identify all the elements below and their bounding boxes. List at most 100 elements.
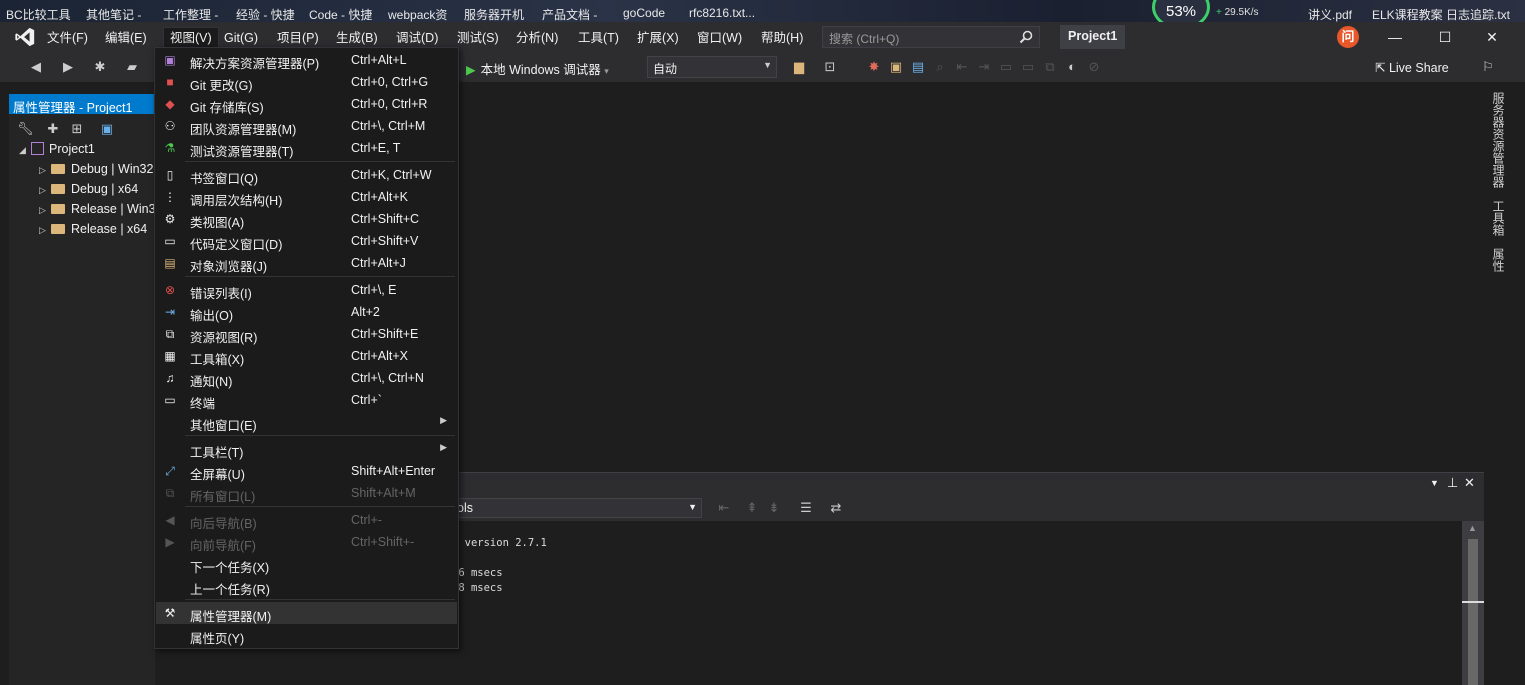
menu-item-terminal[interactable]: ▭ 终端 Ctrl+` (156, 389, 457, 411)
desktop-shortcut[interactable]: 工作整理 - (163, 6, 218, 22)
menu-debug[interactable]: 调试(D) (396, 28, 438, 48)
menu-build[interactable]: 生成(B) (336, 28, 378, 48)
output-line: 06 msecs (452, 567, 503, 579)
menu-item-object-browser[interactable]: ▤ 对象浏览器(J) Ctrl+Alt+J (156, 252, 457, 274)
maximize-icon[interactable]: ☐ (1432, 26, 1458, 48)
tree-item[interactable]: ▷ Debug | x64 (39, 182, 138, 202)
debug-process-icon[interactable]: ✸ (866, 59, 882, 75)
menu-item-full-screen[interactable]: ⤢ 全屏幕(U) Shift+Alt+Enter (156, 460, 457, 482)
desktop-shortcut[interactable]: BC比较工具 (6, 6, 71, 22)
desktop-shortcut[interactable]: ELK课程教案 日志追踪.txt (1372, 6, 1510, 22)
menu-item-property-pages[interactable]: 属性页(Y) (156, 624, 457, 646)
expand-icon[interactable]: ▷ (39, 185, 51, 196)
toggle-icon[interactable]: ◐ (1064, 59, 1080, 75)
wrench-icon[interactable]: 🔧︎ (17, 121, 34, 137)
menu-window[interactable]: 窗口(W) (697, 28, 742, 48)
panel-title[interactable]: 属性管理器 - Project1 (9, 94, 155, 114)
add-new-sheet-icon[interactable]: ⊞ (69, 121, 85, 137)
menu-item-other-windows[interactable]: 其他窗口(E) ▶ (156, 411, 457, 433)
tree-root[interactable]: ◢ Project1 (19, 142, 95, 162)
config-select[interactable]: 自动 ▼ (647, 56, 777, 78)
menu-item-solution-explorer[interactable]: ▣ 解决方案资源管理器(P) Ctrl+Alt+L (156, 49, 457, 71)
menu-help[interactable]: 帮助(H) (761, 28, 803, 48)
menu-item-test-explorer[interactable]: ⚗ 测试资源管理器(T) Ctrl+E, T (156, 137, 457, 159)
menu-view[interactable]: 视图(V) (163, 27, 219, 49)
project-name: Project1 (1060, 25, 1126, 49)
desktop-shortcut[interactable]: goCode (623, 6, 665, 20)
attach-icon[interactable]: ▣ (888, 59, 904, 75)
menu-item-notifications[interactable]: ♫ 通知(N) Ctrl+\, Ctrl+N (156, 367, 457, 389)
menu-item-git-changes[interactable]: ■ Git 更改(G) Ctrl+0, Ctrl+G (156, 71, 457, 93)
menu-item-team-explorer[interactable]: ⚇ 团队资源管理器(M) Ctrl+\, Ctrl+M (156, 115, 457, 137)
user-avatar[interactable]: 问 (1337, 26, 1359, 48)
menu-item-git-repository[interactable]: ◆ Git 存储库(S) Ctrl+0, Ctrl+R (156, 93, 457, 115)
menu-analyze[interactable]: 分析(N) (516, 28, 558, 48)
open-folder-icon[interactable]: ▰ (124, 59, 140, 75)
tree-item[interactable]: ▷ Debug | Win32 (39, 162, 153, 182)
folder-icon[interactable]: ▆ (791, 59, 807, 75)
collapse-icon[interactable]: ◢ (19, 145, 31, 156)
close-icon[interactable]: ✕ (1464, 475, 1475, 491)
scroll-up-icon[interactable]: ▲ (1468, 523, 1477, 533)
terminal-icon: ▭ (164, 393, 176, 407)
tree-item[interactable]: ▷ Release | Win32 (39, 202, 163, 222)
scroll-thumb[interactable] (1468, 539, 1478, 685)
menu-test[interactable]: 测试(S) (457, 28, 499, 48)
desktop-shortcut[interactable]: webpack资 (388, 6, 447, 22)
search-input[interactable]: 搜索 (Ctrl+Q) (822, 26, 1040, 48)
add-property-sheet-icon[interactable]: ✚ (45, 121, 61, 137)
nav-back-icon[interactable]: ◀ (28, 59, 44, 75)
menu-item-resource-view[interactable]: ⧉ 资源视图(R) Ctrl+Shift+E (156, 323, 457, 345)
menu-item-code-definition[interactable]: ▭ 代码定义窗口(D) Ctrl+Shift+V (156, 230, 457, 252)
desktop-shortcut[interactable]: rfc8216.txt... (689, 6, 755, 20)
save-icon[interactable]: ▣ (99, 121, 115, 137)
menu-item-toolbars[interactable]: 工具栏(T) ▶ (156, 438, 457, 460)
chevron-down-icon[interactable]: ▼ (1430, 478, 1439, 488)
menu-file[interactable]: 文件(F) (47, 28, 88, 48)
nav-forward-icon[interactable]: ▶ (60, 59, 76, 75)
tab-toolbox[interactable]: 工具箱 (1490, 200, 1507, 236)
desktop-shortcut[interactable]: 其他笔记 - (86, 6, 141, 22)
menu-item-class-view[interactable]: ⚙ 类视图(A) Ctrl+Shift+C (156, 208, 457, 230)
desktop-shortcut[interactable]: 讲义.pdf (1308, 6, 1352, 22)
word-wrap-icon[interactable]: ⇄ (828, 500, 844, 516)
live-share-label: Live Share (1388, 61, 1449, 75)
menu-edit[interactable]: 编辑(E) (105, 28, 147, 48)
close-icon[interactable]: ✕ (1479, 26, 1505, 48)
desktop-shortcut[interactable]: 服务器开机 (464, 6, 524, 22)
menu-git[interactable]: Git(G) (224, 28, 258, 48)
tab-properties[interactable]: 属性 (1490, 248, 1507, 272)
clear-all-icon[interactable]: ☰ (798, 500, 814, 516)
menu-item-output[interactable]: ⇥ 输出(O) Alt+2 (156, 301, 457, 323)
menu-project[interactable]: 项目(P) (277, 28, 319, 48)
menu-item-previous-task[interactable]: 上一个任务(R) (156, 575, 457, 597)
output-icon: ⇥ (164, 305, 176, 319)
menu-item-bookmarks[interactable]: ▯ 书签窗口(Q) Ctrl+K, Ctrl+W (156, 164, 457, 186)
feedback-icon[interactable]: ⚐ (1480, 59, 1496, 75)
window-layout-icon[interactable]: ▤ (910, 59, 926, 75)
start-debug-button[interactable]: ▶ 本地 Windows 调试器 ▾ (466, 59, 609, 78)
menu-item-toolbox[interactable]: ▦ 工具箱(X) Ctrl+Alt+X (156, 345, 457, 367)
browser-icon[interactable]: ⊡ (822, 59, 838, 75)
tab-server-explorer[interactable]: 服务器资源管理器 (1490, 92, 1507, 188)
desktop-shortcut[interactable]: Code - 快捷 (309, 6, 372, 22)
menu-extensions[interactable]: 扩展(X) (637, 28, 679, 48)
expand-icon[interactable]: ▷ (39, 205, 51, 216)
output-scrollbar[interactable]: ▲ (1462, 521, 1484, 685)
search-placeholder: 搜索 (Ctrl+Q) (829, 32, 900, 46)
new-item-icon[interactable]: ✱ (92, 59, 108, 75)
live-share-button[interactable]: ⇱ Live Share (1375, 60, 1449, 75)
menu-tools[interactable]: 工具(T) (578, 28, 619, 48)
menu-item-next-task[interactable]: 下一个任务(X) (156, 553, 457, 575)
output-source-select[interactable]: ols ▼ (452, 498, 702, 518)
pin-icon[interactable]: ⊥ (1447, 475, 1458, 491)
menu-item-error-list[interactable]: ⊗ 错误列表(I) Ctrl+\, E (156, 279, 457, 301)
minimize-icon[interactable]: — (1382, 26, 1408, 48)
tree-item[interactable]: ▷ Release | x64 (39, 222, 147, 242)
menu-item-property-manager[interactable]: ⚒ 属性管理器(M) (156, 602, 457, 624)
desktop-shortcut[interactable]: 产品文档 - (542, 6, 597, 22)
menu-item-call-hierarchy[interactable]: ⋮ 调用层次结构(H) Ctrl+Alt+K (156, 186, 457, 208)
desktop-shortcut[interactable]: 经验 - 快捷 (236, 6, 295, 22)
expand-icon[interactable]: ▷ (39, 165, 51, 176)
expand-icon[interactable]: ▷ (39, 225, 51, 236)
